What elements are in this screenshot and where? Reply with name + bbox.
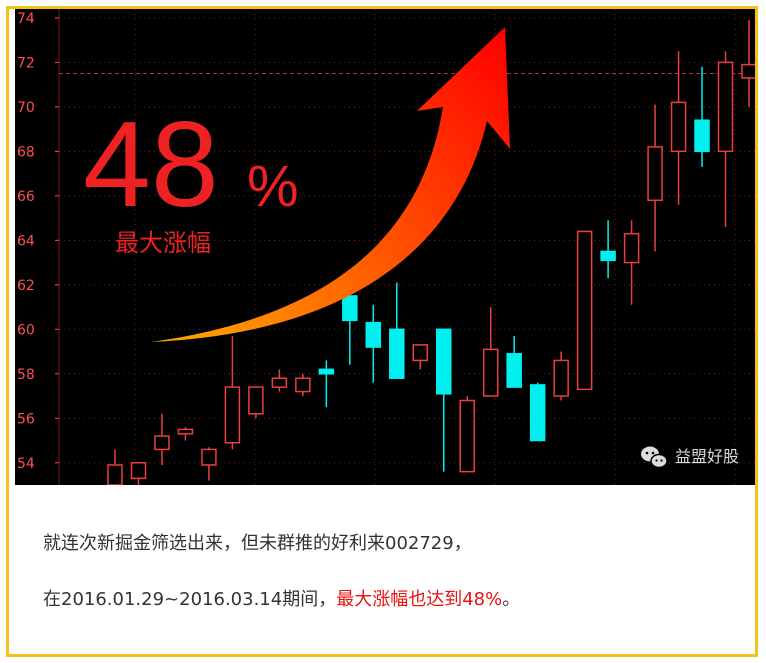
candle [248,386,264,419]
candle [576,230,593,391]
candle-body [318,368,335,375]
candle-body [248,386,264,415]
candle-body [553,359,569,397]
candle [741,20,755,107]
y-tick-label: 70 [17,100,35,116]
candle-body [154,435,170,451]
candle-body [576,230,593,391]
y-tick-label: 60 [17,322,35,338]
candle [201,447,217,481]
candle [130,462,147,485]
chart-svg: 54 56 58 60 62 64 66 68 70 72 74 48 % 最大涨幅 益盟好股 [17,9,755,485]
candle-body [389,328,405,379]
candle-body [694,119,710,153]
candle [694,66,710,167]
candle [600,220,616,279]
percent-number: 48 [83,96,219,232]
candle [717,51,734,227]
y-tick-label: 74 [17,11,35,27]
candle-body [623,232,640,264]
candle-body [717,61,734,153]
candle-body [529,384,546,442]
watermark-text: 益盟好股 [675,447,739,466]
y-tick-label: 68 [17,144,35,160]
y-axis: 54 56 58 60 62 64 66 68 70 72 74 [17,11,59,472]
candle-body [600,250,616,262]
content-frame: 54 56 58 60 62 64 66 68 70 72 74 48 % 最大涨幅 益盟好股 就连… [6,6,758,657]
caption-highlight: 最大涨幅也达到48% [336,589,503,610]
candle [670,51,687,205]
candle [623,220,640,305]
candle [553,351,569,401]
y-tick-label: 72 [17,55,35,71]
candle [271,369,288,392]
candle-body [365,321,382,348]
candle-body [130,462,147,480]
candle-body [459,399,475,473]
candle [224,335,241,450]
candle [295,373,311,397]
wechat-icon [641,446,668,469]
caption-line-2: 在2016.01.29~2016.03.14期间，最大涨幅也达到48%。 [43,585,733,611]
y-tick-label: 62 [17,278,35,294]
candle [459,396,475,473]
y-tick-label: 54 [17,456,35,472]
candle-body [342,295,358,322]
candle [154,413,170,465]
candle-body [107,464,123,485]
y-tick-label: 56 [17,411,35,427]
max-gain-label: 最大涨幅 [115,229,211,257]
caption-end: 。 [502,589,521,610]
candle [342,295,358,365]
candle [506,335,522,388]
candle-body [224,386,241,444]
candle-body [482,348,499,397]
caption-date-range: 在2016.01.29~2016.03.14期间， [43,589,337,610]
candle [482,307,499,397]
candle [435,328,452,472]
y-tick-label: 66 [17,189,35,205]
candle-body [741,63,755,79]
caption-line-1-text: 就连次新掘金筛选出来，但未群推的好利来002729， [43,533,472,554]
y-tick-label: 64 [17,233,35,249]
candle [389,282,405,379]
candle-body [435,328,452,395]
candle [529,382,546,442]
candle-body [295,377,311,393]
candle [107,449,123,485]
caption: 就连次新掘金筛选出来，但未群推的好利来002729， 在2016.01.29~2… [43,529,733,611]
candle [412,344,429,370]
candle-body [670,101,687,153]
candle-body [412,344,429,362]
percent-sign: % [247,154,299,219]
candle-body [201,448,217,466]
y-tick-label: 58 [17,367,35,383]
candle [318,360,335,408]
candle [365,304,382,383]
candle-body [271,377,288,388]
caption-line-1: 就连次新掘金筛选出来，但未群推的好利来002729， [43,529,733,555]
candle-body [506,353,522,388]
candlestick-chart: 54 56 58 60 62 64 66 68 70 72 74 48 % 最大涨幅 益盟好股 [15,9,755,485]
candle [647,104,663,252]
candle [177,427,194,441]
candle-body [647,146,663,202]
candle-body [177,428,194,435]
